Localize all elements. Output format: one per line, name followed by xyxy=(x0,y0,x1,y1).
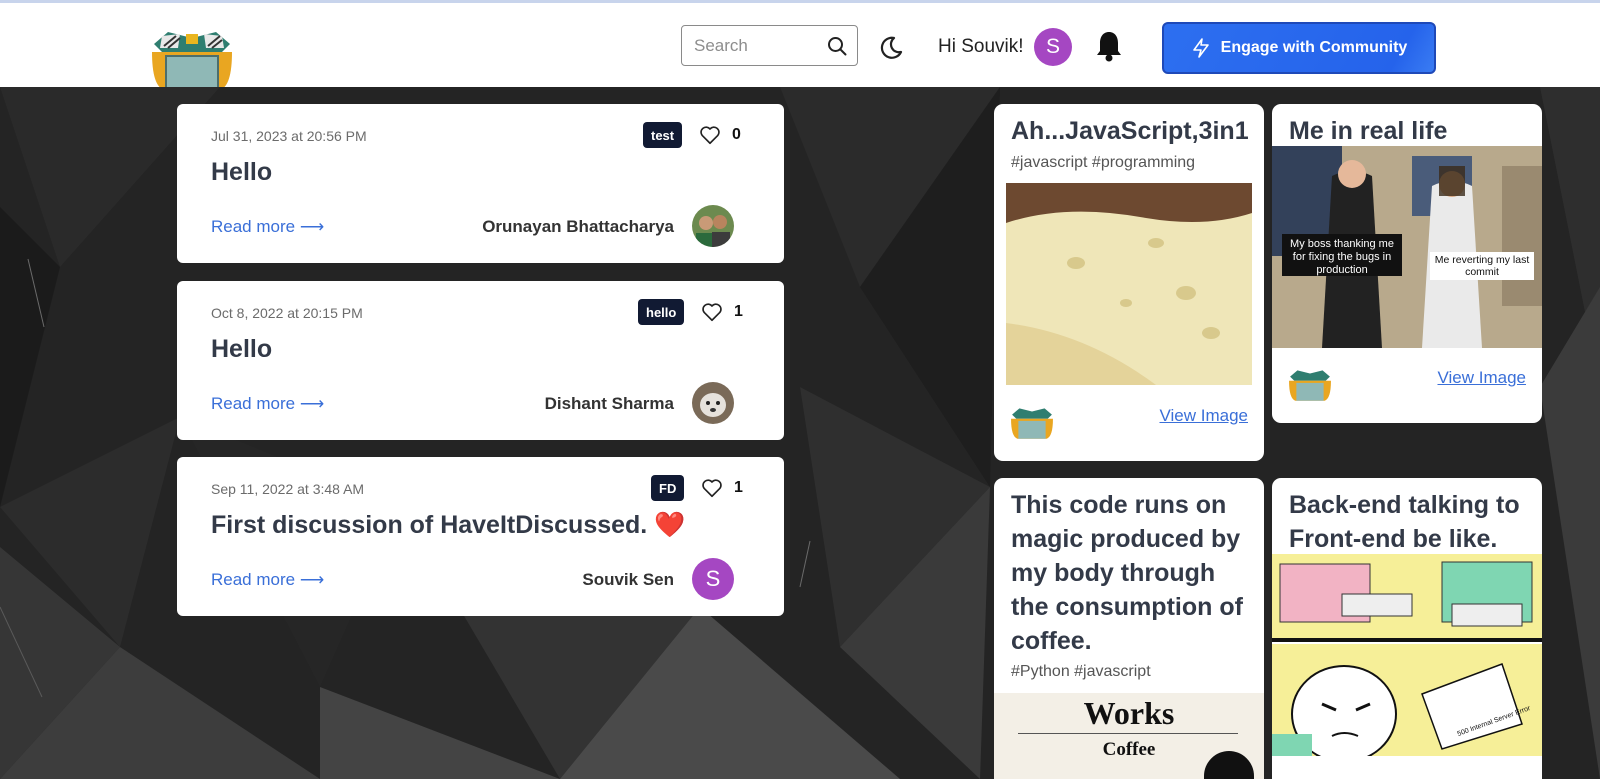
user-avatar[interactable]: S xyxy=(1034,28,1072,66)
post-date: Oct 8, 2022 at 20:15 PM xyxy=(211,305,363,321)
post-tag[interactable]: hello xyxy=(638,299,685,325)
post-title[interactable]: Hello xyxy=(211,335,272,364)
dark-mode-moon-icon[interactable] xyxy=(878,35,904,61)
heart-icon[interactable] xyxy=(701,301,723,323)
cheese-image xyxy=(1006,183,1252,385)
engage-with-community-button[interactable]: Engage with Community xyxy=(1162,22,1436,74)
meme-card[interactable]: This code runs on magic produced by my b… xyxy=(994,478,1264,779)
post-title[interactable]: First discussion of HaveItDiscussed. ❤️ xyxy=(211,511,685,540)
backend-frontend-meme-image xyxy=(1272,554,1542,756)
read-more-link[interactable]: Read more ⟶ xyxy=(211,394,324,414)
search-input[interactable] xyxy=(694,34,822,58)
post-card[interactable]: Sep 11, 2022 at 3:48 AM FD 1 First discu… xyxy=(177,457,784,616)
like-count: 0 xyxy=(732,126,741,143)
search-box[interactable] xyxy=(681,25,858,66)
engage-button-label: Engage with Community xyxy=(1220,39,1408,56)
meme-card[interactable]: Back-end talking to Front-end be like. 5… xyxy=(1272,478,1542,779)
card-title: Ah...JavaScript,3in1 xyxy=(1011,117,1249,145)
meme-caption-right: Me reverting my last commit xyxy=(1434,254,1530,278)
card-hashtags: #Python #javascript xyxy=(1011,663,1151,680)
post-title[interactable]: Hello xyxy=(211,158,272,187)
view-image-link[interactable]: View Image xyxy=(1159,406,1248,426)
post-author[interactable]: Dishant Sharma xyxy=(545,394,674,414)
post-author[interactable]: Orunayan Bhattacharya xyxy=(482,217,674,237)
user-greeting: Hi Souvik! xyxy=(938,36,1024,57)
card-title: This code runs on magic produced by my b… xyxy=(1011,491,1243,655)
notification-bell-icon[interactable] xyxy=(1094,29,1124,63)
like-count: 1 xyxy=(734,479,743,496)
post-card[interactable]: Jul 31, 2023 at 20:56 PM test 0 Hello Re… xyxy=(177,104,784,263)
card-title: Back-end talking to Front-end be like. xyxy=(1289,491,1520,553)
heart-icon[interactable] xyxy=(699,124,721,146)
search-icon[interactable] xyxy=(827,36,847,56)
card-title: Me in real life xyxy=(1289,117,1448,145)
post-tag[interactable]: test xyxy=(643,122,683,148)
heart-icon[interactable] xyxy=(701,477,723,499)
read-more-link[interactable]: Read more ⟶ xyxy=(211,217,324,237)
author-logo-icon xyxy=(1289,370,1331,401)
author-avatar[interactable]: S xyxy=(692,558,734,600)
author-logo-icon xyxy=(1011,408,1053,439)
meme-text-works: Works xyxy=(1083,695,1175,731)
post-author[interactable]: Souvik Sen xyxy=(582,570,674,590)
meme-card[interactable]: Me in real life My boss thanking me for … xyxy=(1272,104,1542,423)
lightning-icon xyxy=(1192,38,1209,58)
post-date: Jul 31, 2023 at 20:56 PM xyxy=(211,128,367,144)
meme-caption-left: My boss thanking me for fixing the bugs … xyxy=(1290,238,1394,276)
post-date: Sep 11, 2022 at 3:48 AM xyxy=(211,481,365,497)
author-avatar[interactable] xyxy=(692,382,734,424)
card-hashtags: #javascript #programming xyxy=(1011,154,1196,171)
like-count: 1 xyxy=(734,303,743,320)
read-more-link[interactable]: Read more ⟶ xyxy=(211,570,324,590)
view-image-link[interactable]: View Image xyxy=(1437,368,1526,388)
post-tag[interactable]: FD xyxy=(651,475,685,501)
navbar: Hi Souvik! S Engage with Community xyxy=(0,3,1600,91)
author-avatar[interactable] xyxy=(692,205,734,247)
post-card[interactable]: Oct 8, 2022 at 20:15 PM hello 1 Hello Re… xyxy=(177,281,784,440)
meme-card[interactable]: Ah...JavaScript,3in1 #javascript #progra… xyxy=(994,104,1264,461)
coffee-meme-image: Works Coffee xyxy=(994,693,1264,779)
logo-icon[interactable] xyxy=(150,26,234,94)
